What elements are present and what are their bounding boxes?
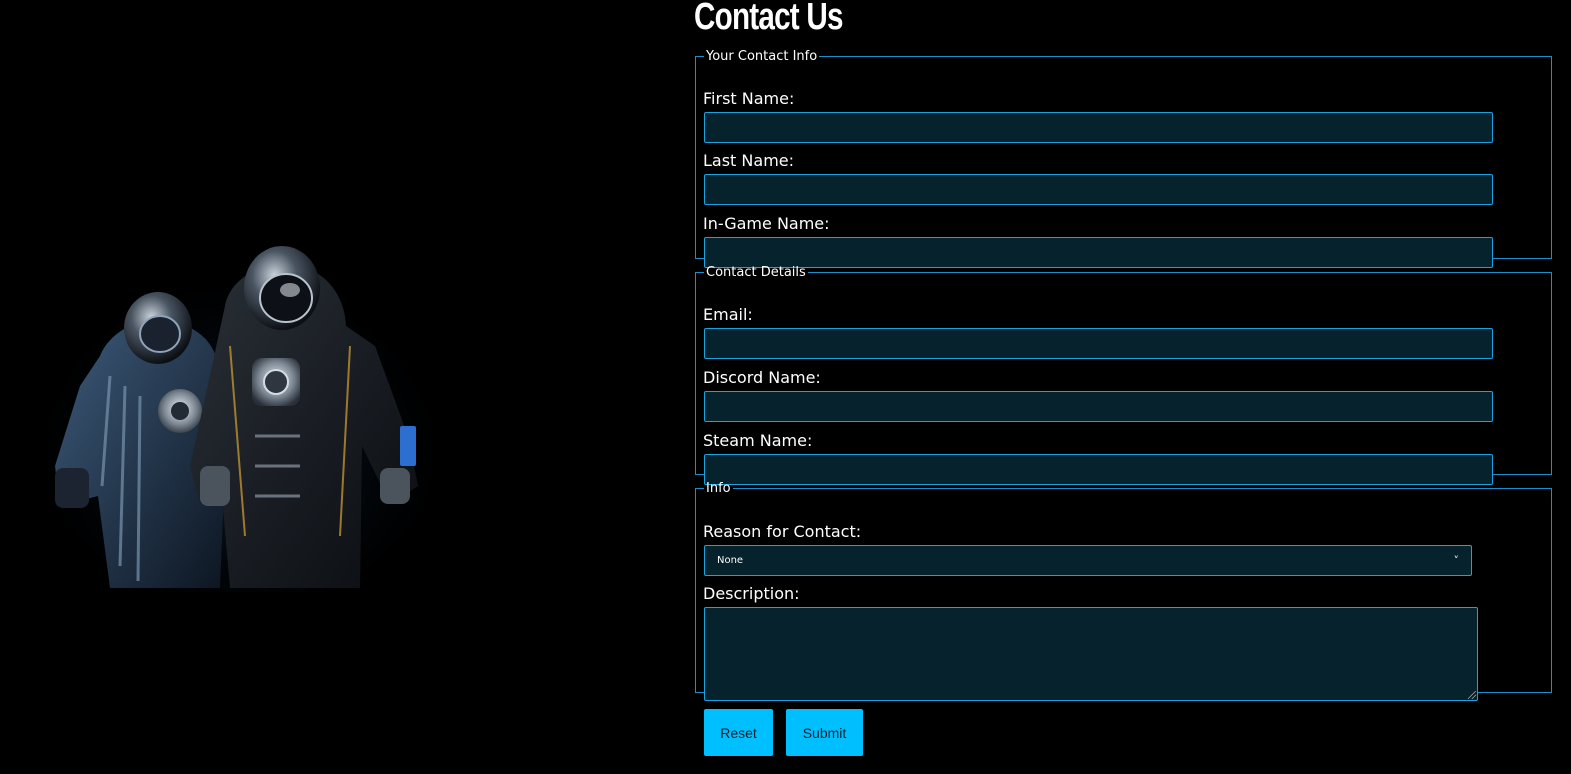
last-name-input[interactable] — [704, 174, 1493, 205]
discord-name-label: Discord Name: — [703, 368, 821, 387]
contact-info-legend: Your Contact Info — [706, 49, 818, 64]
chevron-down-icon: ˅ — [1453, 554, 1460, 567]
page-title: Contact Us — [694, 0, 843, 38]
info-legend: Info — [706, 481, 731, 496]
reason-label: Reason for Contact: — [703, 522, 862, 541]
description-label: Description: — [703, 584, 800, 603]
reason-select[interactable]: None ˅ — [704, 545, 1472, 576]
resize-grip-icon[interactable] — [1468, 691, 1476, 699]
ingame-name-input[interactable] — [704, 237, 1493, 268]
astronauts-hero-image — [40, 236, 440, 606]
reset-button[interactable]: Reset — [704, 709, 773, 756]
contact-details-legend: Contact Details — [706, 265, 806, 280]
steam-name-label: Steam Name: — [703, 431, 813, 450]
contact-details-fieldset: Contact Details Email: Discord Name: Ste… — [695, 265, 1552, 485]
last-name-label: Last Name: — [703, 151, 795, 170]
email-input[interactable] — [704, 328, 1493, 359]
reason-selected-value: None — [717, 555, 744, 566]
info-fieldset: Info Reason for Contact: None ˅ Descript… — [695, 481, 1552, 701]
submit-button[interactable]: Submit — [786, 709, 863, 756]
first-name-label: First Name: — [703, 89, 795, 108]
discord-name-input[interactable] — [704, 391, 1493, 422]
description-textarea[interactable] — [704, 607, 1478, 701]
first-name-input[interactable] — [704, 112, 1493, 143]
contact-info-fieldset: Your Contact Info First Name: Last Name:… — [695, 49, 1552, 268]
email-label: Email: — [703, 305, 753, 324]
ingame-name-label: In-Game Name: — [703, 214, 830, 233]
